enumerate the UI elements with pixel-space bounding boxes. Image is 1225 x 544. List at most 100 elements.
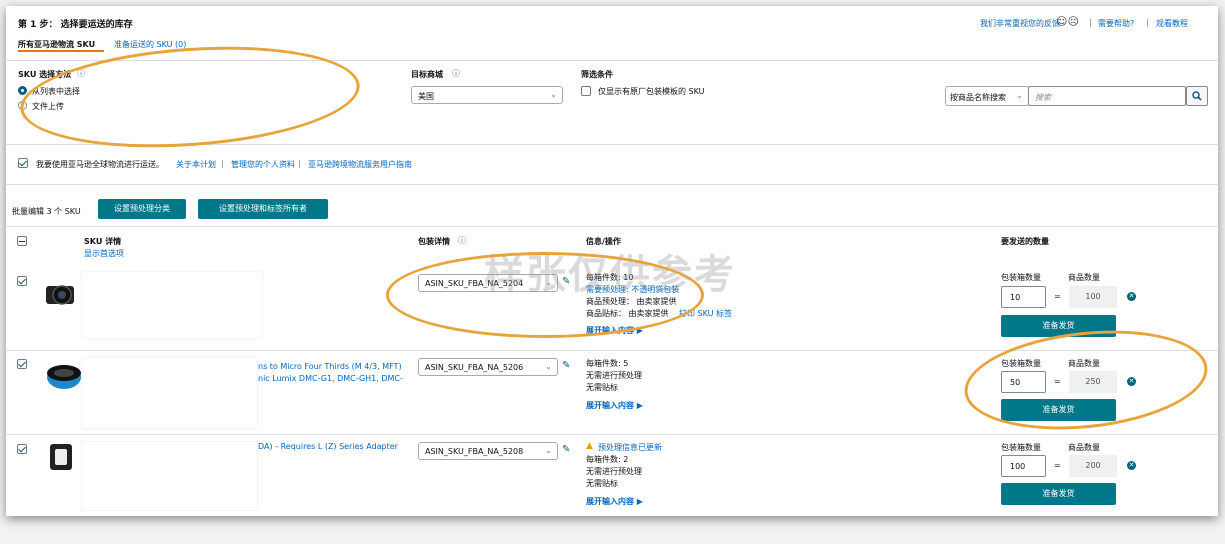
unit-qty-readonly: 100 (1069, 286, 1117, 308)
ready-to-ship-button[interactable]: 准备发货 (1001, 399, 1116, 421)
packing-select[interactable]: ASIN_SKU_FBA_NA_5206 ⌄ (418, 358, 558, 376)
col-packing-details: 包装详情 (418, 237, 450, 246)
sep: | (221, 159, 224, 168)
radio-file-upload[interactable] (18, 101, 27, 110)
tutorial-link[interactable]: 观看教程 (1156, 18, 1188, 29)
info-line: 无需贴标 (586, 479, 618, 488)
filter-holder-image (50, 444, 72, 470)
camera-lens-image (46, 285, 74, 305)
user-guide-link[interactable]: 亚马逊跨境物流服务用户指南 (308, 159, 412, 170)
info-line: 无需贴标 (586, 383, 618, 392)
expand-inputs-link[interactable]: 展开输入内容 ▶ (586, 325, 643, 336)
radio-upload-label: 文件上传 (32, 102, 64, 111)
search-placeholder: 搜索 (1035, 93, 1051, 102)
expand-inputs-link[interactable]: 展开输入内容 ▶ (586, 400, 643, 411)
search-type-select[interactable]: 按商品名称搜索 ⌄ (945, 86, 1029, 106)
box-qty-value: 10 (1010, 293, 1021, 302)
box-qty-label: 包装箱数量 (1001, 443, 1041, 452)
info-line: 无需进行预处理 (586, 371, 642, 380)
remove-circle-icon[interactable]: ✕ (1127, 377, 1136, 386)
global-logistics-checkbox[interactable] (18, 158, 28, 168)
ready-to-ship-button[interactable]: 准备发货 (1001, 483, 1116, 505)
divider (6, 60, 1218, 61)
row-checkbox[interactable] (17, 359, 27, 369)
set-prep-owner-button[interactable]: 设置预处理和标签所有者 (198, 199, 328, 219)
triangle-right-icon: ▶ (636, 401, 643, 410)
unit-qty-readonly: 250 (1069, 371, 1117, 393)
box-qty-input[interactable]: 50 (1001, 371, 1046, 393)
product-title-redacted (82, 272, 262, 338)
col-sku-details: SKU 详情 (84, 237, 122, 246)
shipping-panel: 第 1 步： 选择要运送的库存 所有亚马逊物流 SKU 准备运送的 SKU (0… (6, 6, 1218, 516)
triangle-right-icon: ▶ (636, 497, 643, 506)
indeterminate-mark (19, 241, 25, 242)
original-packaging-label: 仅显示有原厂包装模板的 SKU (598, 87, 705, 96)
header-sep-2: | (1146, 18, 1149, 27)
info-circle-icon[interactable]: ⓘ (458, 235, 466, 246)
chevron-down-icon: ⌄ (545, 446, 552, 455)
unit-qty-readonly: 200 (1069, 455, 1117, 477)
expand-inputs-label: 展开输入内容 (586, 401, 634, 410)
product-title-redacted (82, 358, 257, 428)
equals-sign: = (1054, 377, 1061, 386)
tab-all-sku[interactable]: 所有亚马逊物流 SKU (18, 39, 95, 50)
print-sku-label-link[interactable]: 打印 SKU 标签 (679, 308, 732, 319)
about-program-link[interactable]: 关于本计划 (176, 159, 216, 170)
marketplace-value: 美国 (418, 92, 434, 101)
search-icon (1192, 91, 1202, 101)
prep-updated-link[interactable]: 预处理信息已更新 (598, 442, 662, 453)
annotation-ellipse-sku-method (16, 36, 364, 158)
row-checkbox[interactable] (17, 276, 27, 286)
set-prep-category-button[interactable]: 设置预处理分类 (98, 199, 186, 219)
manage-profile-link[interactable]: 管理您的个人资料 (231, 159, 295, 170)
product-title-line-1[interactable]: ns to Micro Four Thirds (M 4/3, MFT) (258, 362, 402, 371)
box-qty-input[interactable]: 100 (1001, 455, 1046, 477)
product-title-line-1[interactable]: DA) - Requires L (Z) Series Adapter (258, 442, 398, 451)
feedback-link[interactable]: 我们非常重视您的反馈 (980, 18, 1060, 29)
expand-inputs-label: 展开输入内容 (586, 326, 634, 335)
global-logistics-text: 我要使用亚马逊全球物流进行运送。 (36, 160, 164, 169)
search-button[interactable] (1186, 86, 1208, 106)
chevron-down-icon: ⌄ (550, 90, 557, 99)
info-line: 无需进行预处理 (586, 467, 642, 476)
unit-qty-label: 商品数量 (1068, 443, 1100, 452)
box-qty-label: 包装箱数量 (1001, 359, 1041, 368)
info-circle-icon[interactable]: ⓘ (452, 68, 460, 79)
product-title-line-2[interactable]: nic Lumix DMC-G1, DMC-GH1, DMC- (258, 374, 403, 383)
box-qty-value: 100 (1010, 462, 1026, 471)
tab-ready-sku[interactable]: 准备运送的 SKU (0) (114, 39, 186, 50)
box-qty-input[interactable]: 10 (1001, 286, 1046, 308)
expand-inputs-link[interactable]: 展开输入内容 ▶ (586, 496, 643, 507)
search-type-value: 按商品名称搜索 (950, 93, 1006, 102)
packing-value: ASIN_SKU_FBA_NA_5206 (425, 363, 524, 372)
original-packaging-checkbox[interactable] (581, 86, 591, 96)
header-sep-1: | (1089, 18, 1092, 27)
row-checkbox[interactable] (17, 444, 27, 454)
remove-circle-icon[interactable]: ✕ (1127, 292, 1136, 301)
radio-list-select[interactable] (18, 86, 27, 95)
packing-select[interactable]: ASIN_SKU_FBA_NA_5208 ⌄ (418, 442, 558, 460)
pencil-icon[interactable]: ✎ (562, 360, 570, 371)
show-preferences-link[interactable]: 显示首选项 (84, 248, 124, 259)
conditions-label: 筛选条件 (581, 70, 613, 79)
divider (6, 184, 1218, 185)
search-input[interactable]: 搜索 (1028, 86, 1186, 106)
radio-list-label: 从列表中选择 (32, 87, 80, 96)
product-title-redacted (82, 442, 257, 510)
marketplace-label: 目标商城 (411, 70, 443, 79)
warning-icon: ▲ (586, 441, 593, 451)
expand-inputs-label: 展开输入内容 (586, 497, 634, 506)
chevron-down-icon: ⌄ (1016, 91, 1023, 100)
pencil-icon[interactable]: ✎ (562, 444, 570, 455)
equals-sign: = (1054, 292, 1061, 301)
info-circle-icon[interactable]: ⓘ (77, 68, 85, 79)
info-line: 每箱件数: 2 (586, 455, 629, 464)
active-tab-underline (18, 50, 104, 52)
watermark-text: 样张仅供参考 (484, 252, 736, 298)
remove-circle-icon[interactable]: ✕ (1127, 461, 1136, 470)
marketplace-select[interactable]: 美国 ⌄ (411, 86, 563, 104)
smiley-icon[interactable]: ☺☹ (1056, 15, 1079, 28)
box-qty-label: 包装箱数量 (1001, 273, 1041, 282)
ready-to-ship-button[interactable]: 准备发货 (1001, 315, 1116, 337)
help-link[interactable]: 需要帮助? (1098, 18, 1134, 29)
